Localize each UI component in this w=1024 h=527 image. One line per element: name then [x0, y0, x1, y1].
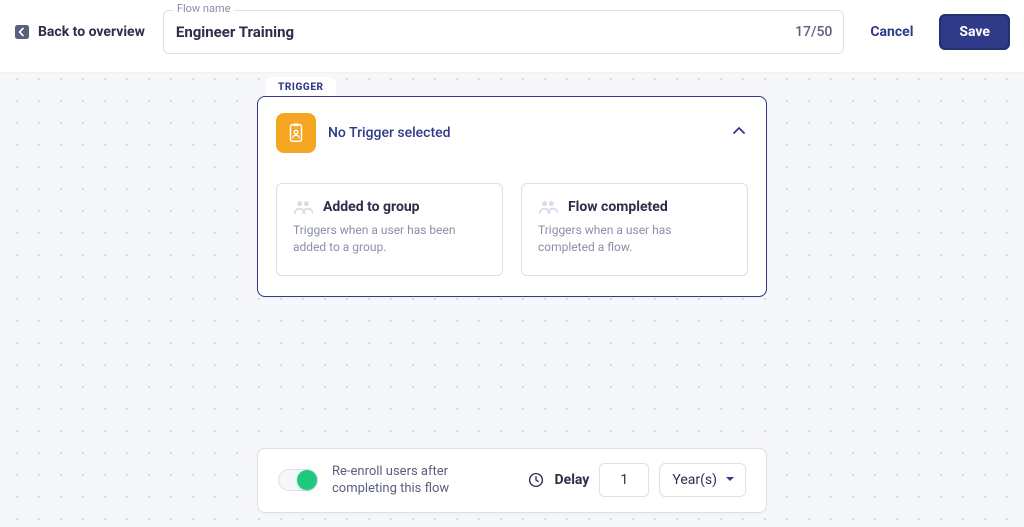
delay-unit-value: Year(s): [672, 472, 717, 488]
trigger-header: No Trigger selected: [276, 113, 748, 153]
flow-name-label: Flow name: [173, 2, 235, 15]
clock-icon: [527, 471, 545, 489]
delay-value-input[interactable]: [599, 463, 649, 497]
flow-name-input[interactable]: [163, 10, 844, 54]
flow-canvas: TRIGGER No Trigger selected: [0, 62, 1024, 527]
trigger-card: TRIGGER No Trigger selected: [257, 96, 767, 297]
option-title: Flow completed: [568, 199, 668, 215]
back-link[interactable]: Back to overview: [14, 24, 145, 40]
option-desc: Triggers when a user has completed a flo…: [538, 222, 731, 257]
delay-unit-select[interactable]: Year(s): [659, 463, 746, 497]
caret-down-icon: [725, 472, 735, 488]
users-icon: [293, 198, 313, 216]
save-button[interactable]: Save: [939, 14, 1010, 50]
toggle-knob: [297, 470, 317, 490]
trigger-title: No Trigger selected: [328, 125, 718, 141]
reenroll-card: Re-enroll users after completing this fl…: [257, 448, 767, 513]
reenroll-toggle[interactable]: [278, 469, 318, 491]
reenroll-label: Re-enroll users after completing this fl…: [332, 463, 513, 498]
trigger-options: Added to group Triggers when a user has …: [276, 183, 748, 276]
trigger-option-flow-completed[interactable]: Flow completed Triggers when a user has …: [521, 183, 748, 276]
flow-name-field: Flow name 17/50: [163, 10, 844, 54]
cancel-button[interactable]: Cancel: [862, 18, 921, 46]
char-count: 17/50: [795, 24, 832, 40]
trigger-icon: [276, 113, 316, 153]
collapse-button[interactable]: [730, 122, 748, 144]
trigger-option-added-to-group[interactable]: Added to group Triggers when a user has …: [276, 183, 503, 276]
delay-label: Delay: [555, 472, 590, 488]
trigger-tab: TRIGGER: [266, 77, 336, 96]
delay-section: Delay Year(s): [527, 463, 746, 497]
arrow-left-icon: [14, 24, 30, 40]
back-label: Back to overview: [38, 24, 145, 40]
option-desc: Triggers when a user has been added to a…: [293, 222, 486, 257]
chevron-up-icon: [730, 122, 748, 144]
option-title: Added to group: [323, 199, 420, 215]
users-icon: [538, 198, 558, 216]
